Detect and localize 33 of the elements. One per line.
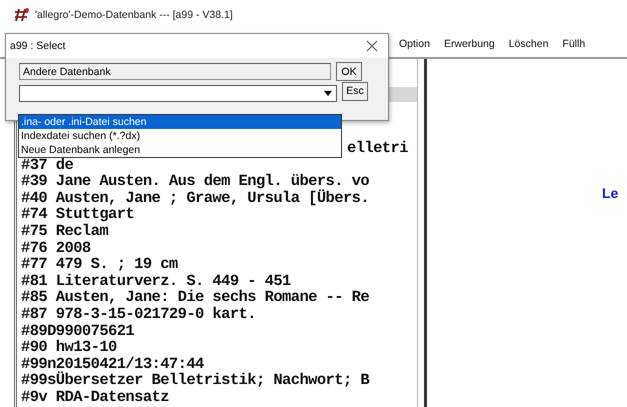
dropdown-arrow-icon[interactable] xyxy=(324,91,332,96)
record-line: #76 2008 xyxy=(21,240,91,256)
dialog-title: a99 : Select xyxy=(10,40,66,52)
close-icon[interactable] xyxy=(366,40,378,52)
record-line: #77 479 S. ; 19 cm xyxy=(21,256,178,273)
menu-item[interactable]: Erwerbung xyxy=(444,38,495,50)
record-line: #85 Austen, Jane: Die sechs Romane -- Re xyxy=(21,289,370,306)
record-line: #75 Reclam xyxy=(21,222,108,240)
record-line: #39 Jane Austen. Aus dem Engl. übers. vo xyxy=(21,173,370,190)
record-line: #90 hw13-10 xyxy=(21,339,117,356)
record-line: #74 Stuttgart xyxy=(21,206,134,223)
record-line: #99n20150421/13:47:44 xyxy=(21,356,204,372)
app-icon xyxy=(14,7,30,23)
database-name-field[interactable]: Andere Datenbank xyxy=(19,63,331,80)
record-line: #89D990075621 xyxy=(21,322,134,340)
preview-heading: Le xyxy=(602,185,618,201)
record-line: #9v RDA-Datensatz xyxy=(21,388,169,406)
dropdown-option[interactable]: .ina- oder .ini-Datei suchen xyxy=(19,115,341,129)
record-line: #40 Austen, Jane ; Grawe, Ursula [Übers. xyxy=(21,190,370,206)
dropdown-option[interactable]: Neue Datenbank anlegen xyxy=(19,143,341,157)
record-line: elletri xyxy=(347,140,408,157)
window-title: 'allegro'-Demo-Datenbank --- [a99 - V38.1] xyxy=(35,9,233,21)
record-line: #99sÜbersetzer Belletristik; Nachwort; B xyxy=(21,372,370,389)
record-line: #37 de xyxy=(21,156,74,174)
record-line: #81 Literaturverz. S. 449 - 451 xyxy=(21,272,291,290)
record-line: #87 978-3-15-021729-0 kart. xyxy=(21,306,256,323)
database-combo-box[interactable] xyxy=(19,85,337,102)
esc-button[interactable]: Esc xyxy=(342,82,368,100)
menu-item[interactable]: Option xyxy=(399,38,430,50)
ok-button[interactable]: OK xyxy=(336,62,362,81)
menu-item[interactable]: Füllh xyxy=(562,38,586,50)
dropdown-option[interactable]: Indexdatei suchen (*.?dx) xyxy=(19,129,341,143)
menu-item[interactable]: Löschen xyxy=(508,38,548,50)
